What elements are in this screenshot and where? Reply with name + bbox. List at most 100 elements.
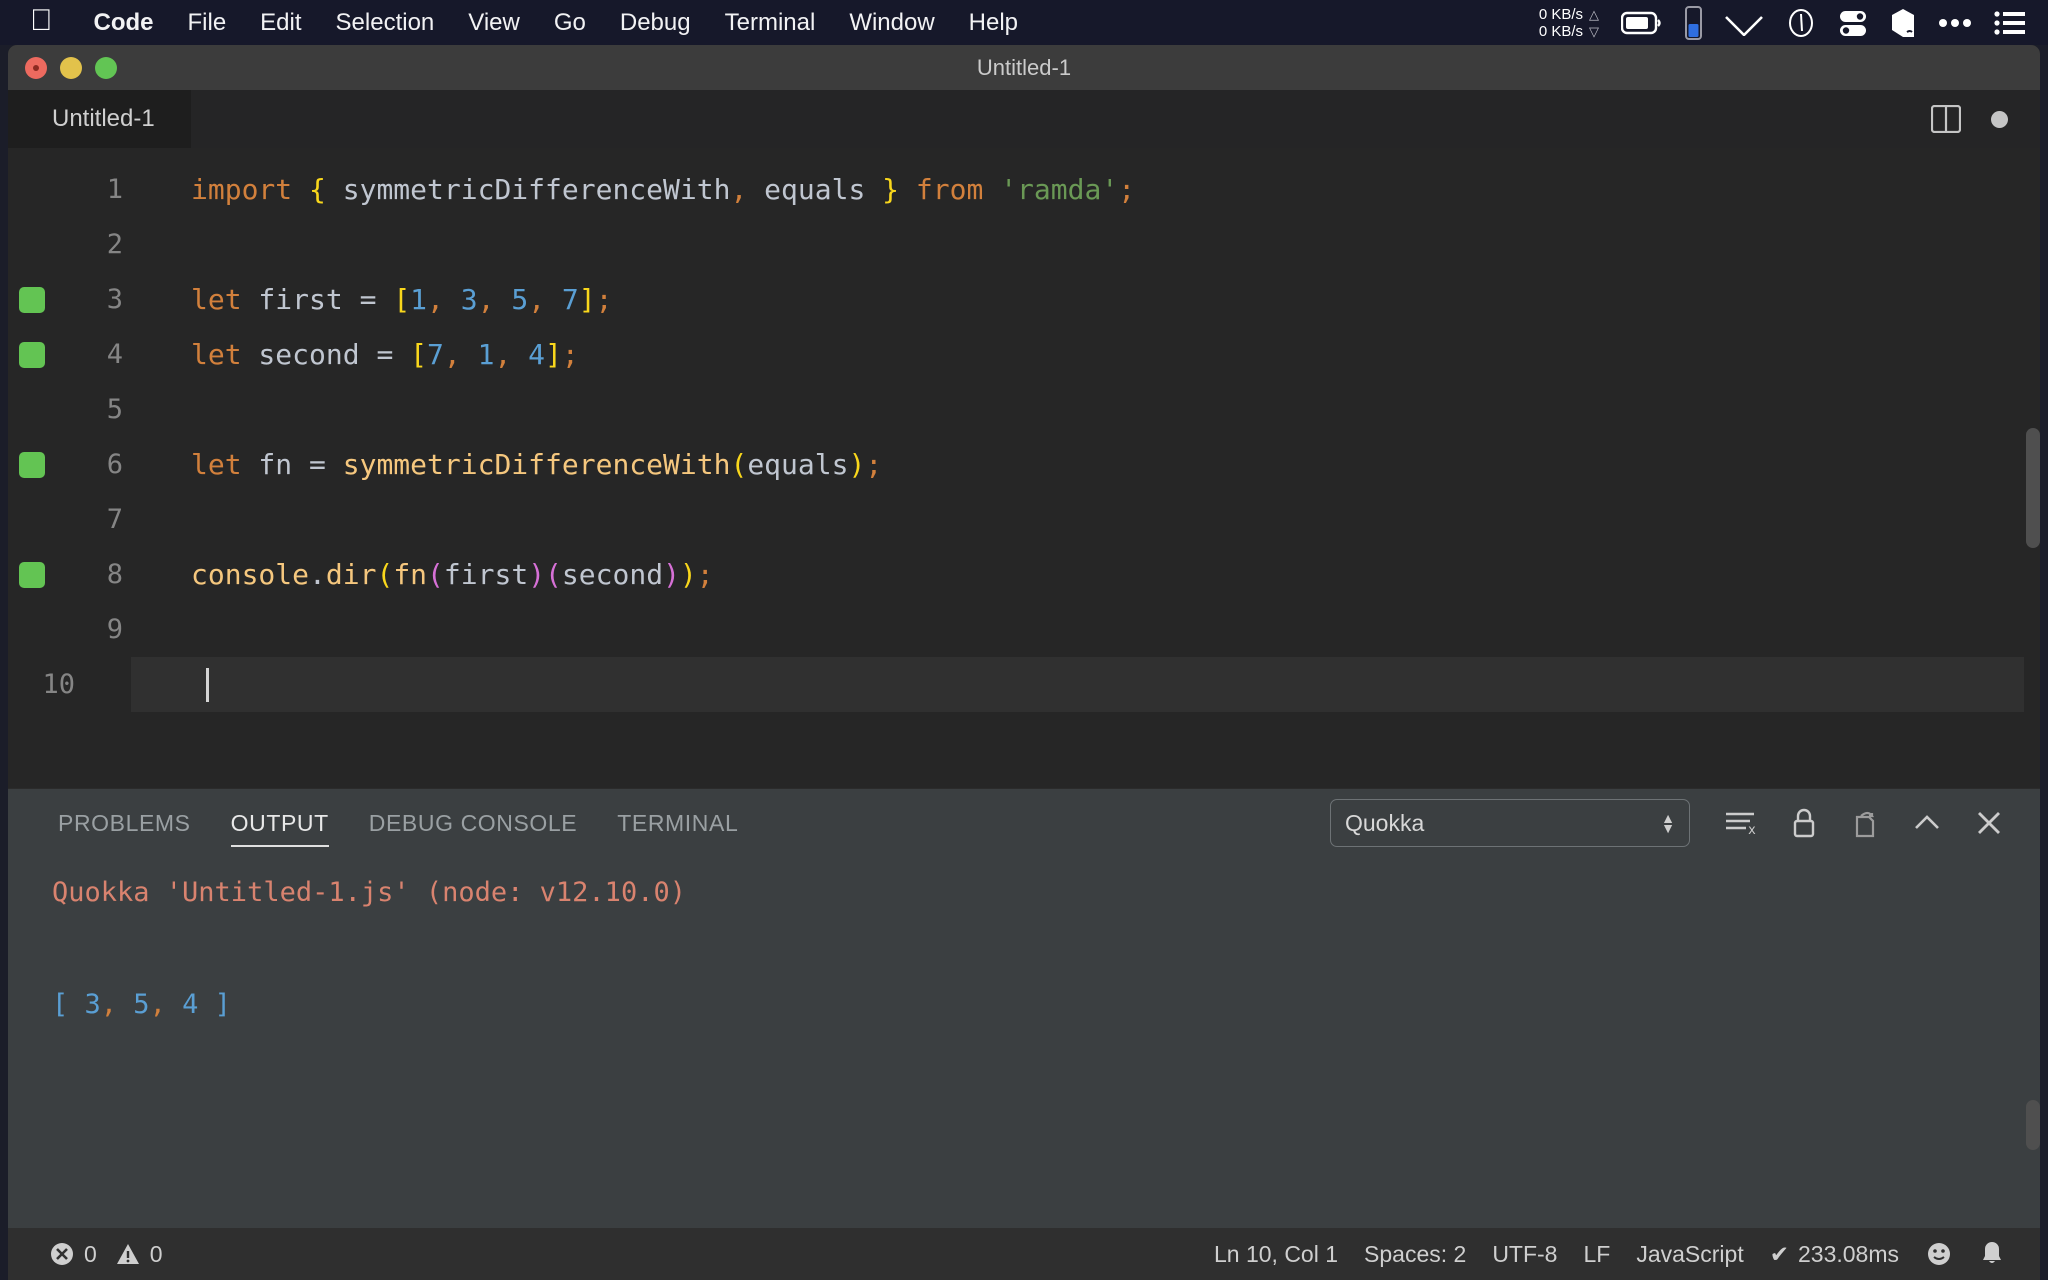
lock-scroll-icon[interactable] [1790,807,1818,839]
code-token: ) [848,448,866,481]
menu-item-view[interactable]: View [451,9,537,37]
status-feedback[interactable] [1912,1240,1966,1268]
status-problems[interactable]: 0 0 [36,1241,176,1268]
editor-tab-actions [1931,90,2040,148]
clock-icon[interactable] [1786,8,1816,38]
code-token: ; [696,558,714,591]
menu-item-help[interactable]: Help [952,9,1035,37]
code-token: , [443,338,461,371]
panel-tab-terminal[interactable]: TERMINAL [597,789,758,857]
vscode-window: Untitled-1 Untitled-1 1 import { symmetri… [8,45,2040,1280]
menu-items: Code File Edit Selection View Go Debug Terminal… [77,9,1036,37]
status-encoding[interactable]: UTF-8 [1479,1241,1570,1268]
status-indentation[interactable]: Spaces: 2 [1351,1241,1479,1268]
network-upload-speed: 0 KB/s [1538,5,1583,23]
status-bar: 0 0 Ln 10, Col 1 Spaces: 2 UTF-8 LF Java… [8,1228,2040,1280]
quokka-live-indicator [8,341,56,368]
output-line: Quokka 'Untitled-1.js' (node: v12.10.0) [52,865,2040,921]
code-token: first [241,283,360,316]
code-editor[interactable]: 1 import { symmetricDifferenceWith, equal… [8,148,2040,788]
line-number: 5 [106,394,123,425]
code-token: symmetricDifferenceWith [342,448,731,481]
code-line[interactable]: 10 [8,657,2024,712]
panel-tab-output[interactable]: OUTPUT [211,789,349,857]
code-token: ; [561,338,579,371]
status-cursor-position[interactable]: Ln 10, Col 1 [1201,1241,1351,1268]
code-token: 4 [528,338,546,371]
code-token: ( [545,558,562,591]
editor-lines: 1 import { symmetricDifferenceWith, equal… [8,148,2040,712]
code-token: let [191,283,242,316]
panel-scrollbar[interactable] [2026,1100,2040,1150]
quokka-check-icon: ✔ [1769,1240,1789,1267]
code-token: let [191,338,242,371]
output-segment: ] [198,989,231,1020]
panel-tab-problems[interactable]: PROBLEMS [38,789,211,857]
clear-output-icon[interactable]: x [1724,809,1758,837]
code-token: , [494,338,512,371]
close-window-button[interactable] [25,56,47,79]
battery-icon[interactable] [1621,11,1663,35]
code-line[interactable]: 4 let second = [7, 1, 4]; [8,327,2040,382]
quokka-green-square-icon [19,286,45,313]
unsaved-dot-icon[interactable] [1991,110,2008,128]
code-line[interactable]: 1 import { symmetricDifferenceWith, equal… [8,162,2040,217]
menu-item-debug[interactable]: Debug [603,9,708,37]
menu-item-terminal[interactable]: Terminal [708,9,833,37]
minimize-window-button[interactable] [60,56,82,79]
status-eol[interactable]: LF [1570,1241,1623,1268]
code-line[interactable]: 2 [8,217,2040,272]
code-text [206,667,209,702]
panel-header: PROBLEMS OUTPUT DEBUG CONSOLE TERMINAL Quok… [8,789,2040,857]
code-token: 3 [460,283,478,316]
panel-action-buttons: x [1690,807,2010,839]
battery-meter-icon[interactable] [1685,5,1702,40]
editor-scrollbar[interactable] [2026,428,2040,548]
ellipsis-icon[interactable] [1938,17,1972,29]
code-token: 1 [410,283,428,316]
output-segment: 5 [117,989,150,1020]
code-token: { [309,173,326,206]
menu-item-edit[interactable]: Edit [243,9,318,37]
code-token: . [309,558,326,591]
code-token: ) [663,558,680,591]
menu-item-selection[interactable]: Selection [319,9,452,37]
code-line[interactable]: 8 console.dir(fn(first)(second)); [8,547,2040,602]
code-token: 7 [561,283,579,316]
code-line[interactable]: 6 let fn = symmetricDifferenceWith(equals… [8,437,2040,492]
line-number: 2 [106,229,123,260]
network-down-arrow-icon: ▽ [1589,23,1599,39]
code-text: console.dir(fn(first)(second)); [131,558,714,591]
status-quokka-time[interactable]: ✔ 233.08ms [1757,1241,1912,1268]
close-panel-icon[interactable] [1974,808,2004,838]
menu-item-code[interactable]: Code [77,9,171,37]
status-notifications[interactable] [1966,1239,2018,1269]
status-language-mode[interactable]: JavaScript [1623,1241,1756,1268]
shield-icon[interactable] [1890,8,1916,38]
list-menu-icon[interactable] [1994,10,2026,36]
menu-item-go[interactable]: Go [537,9,603,37]
panel-tab-debug-console[interactable]: DEBUG CONSOLE [349,789,597,857]
code-line[interactable]: 9 [8,602,2040,657]
menu-item-window[interactable]: Window [832,9,951,37]
code-token: equals [747,173,883,206]
menu-item-file[interactable]: File [171,9,244,37]
toggles-icon[interactable] [1838,8,1868,38]
code-token: 'ramda' [1000,173,1119,206]
code-line[interactable]: 3 let first = [1, 3, 5, 7]; [8,272,2040,327]
code-text: let second = [7, 1, 4]; [131,338,579,371]
output-channel-select[interactable]: Quokka ▲ ▼ [1330,799,1690,847]
editor-tab-untitled-1[interactable]: Untitled-1 [8,90,191,148]
code-line[interactable]: 7 [8,492,2040,547]
maximize-window-button[interactable] [95,56,117,79]
apple-logo-icon[interactable]:  [30,5,53,36]
open-in-editor-icon[interactable] [1850,807,1880,839]
collapse-panel-icon[interactable] [1912,810,1942,836]
split-editor-icon[interactable] [1931,105,1961,133]
wifi-icon[interactable] [1724,10,1764,36]
code-line[interactable]: 5 [8,382,2040,437]
